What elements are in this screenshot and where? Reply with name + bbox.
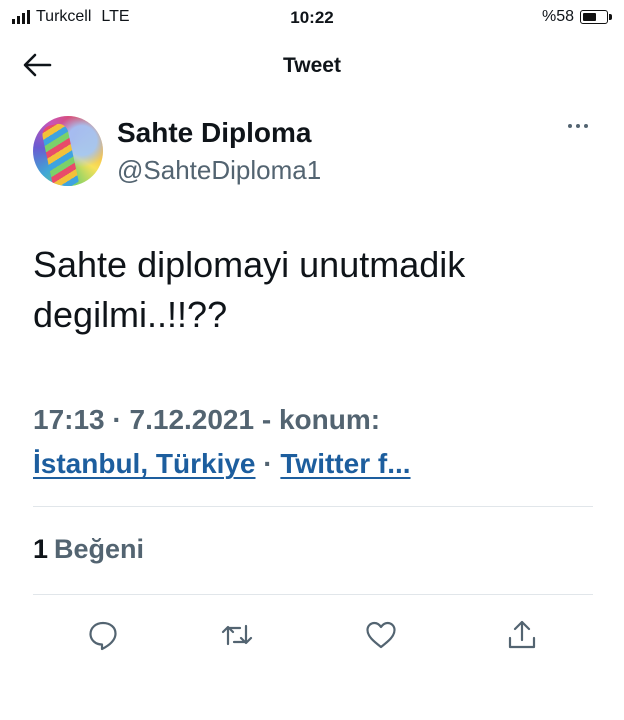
status-time: 10:22 [290,8,334,27]
avatar[interactable] [33,116,103,186]
likes-label: Beğeni [54,534,145,564]
likes-count: 1 [33,534,49,564]
tweet-actions [0,618,624,654]
share-icon[interactable] [505,618,539,652]
tweet-meta: 17:13 · 7.12.2021 - konum: İstanbul, Tür… [33,398,603,486]
tweet-text-line-1: Sahte diplomayi unutmadik [33,244,466,285]
meta-separator: · [104,404,130,435]
meta-separator: · [255,448,281,479]
divider [33,594,593,595]
battery-icon [580,10,612,24]
meta-separator: - [254,404,279,435]
page-title: Tweet [283,54,341,77]
author-info[interactable]: Sahte Diploma @SahteDiploma1 [117,116,321,188]
battery-percentage: %58 [541,8,574,25]
retweet-icon[interactable] [220,618,254,652]
source-link[interactable]: Twitter f... [280,448,410,479]
tweet-text-line-2: degilmi..!!?? [33,294,228,335]
like-icon[interactable] [364,618,398,652]
more-options-icon[interactable] [568,124,594,134]
reply-icon[interactable] [86,618,120,652]
nav-bar: Tweet [0,40,624,90]
location-link[interactable]: İstanbul, Türkiye [33,448,256,479]
likes-summary[interactable]: 1 Beğeni [33,534,144,565]
tweet-text: Sahte diplomayi unutmadik degilmi..!!?? [33,240,593,340]
tweet-date: 7.12.2021 [129,404,255,435]
divider [33,506,593,507]
author-handle[interactable]: @SahteDiploma1 [117,152,321,188]
author-name[interactable]: Sahte Diploma [117,116,321,150]
location-prefix: konum: [278,404,381,435]
status-bar: Turkcell LTE 10:22 %58 [0,0,624,34]
tweet-time: 17:13 [33,404,105,435]
status-bar-right: %58 [541,8,612,26]
